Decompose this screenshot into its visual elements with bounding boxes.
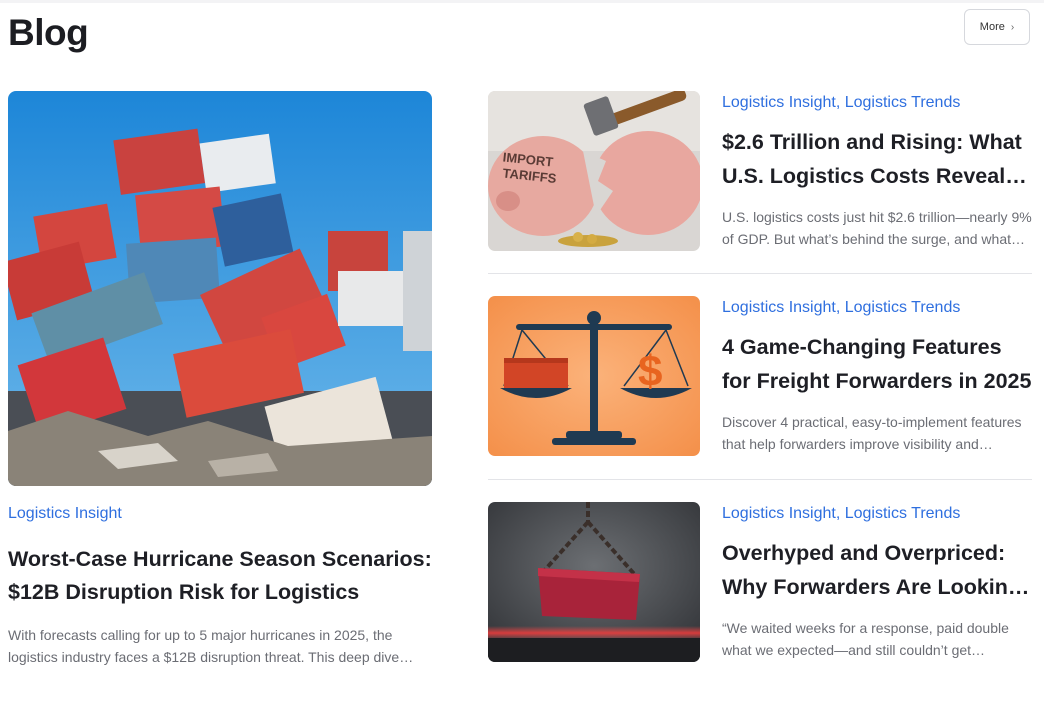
post-card[interactable]: IMPORT TARIFFS Logistics Insight, Logist… [488, 91, 1032, 251]
page-title: Blog [8, 12, 89, 53]
featured-post[interactable]: Logistics Insight Worst-Case Hurricane S… [8, 91, 432, 668]
more-button[interactable]: More › [964, 9, 1030, 45]
featured-image-containers-wreckage[interactable] [8, 91, 432, 486]
featured-excerpt: With forecasts calling for up to 5 major… [8, 627, 400, 665]
post-image-hanging-container[interactable] [488, 502, 700, 662]
post-title[interactable]: 4 Game-Changing Features for Freight For… [722, 330, 1032, 398]
featured-title[interactable]: Worst-Case Hurricane Season Scenarios: $… [8, 543, 432, 609]
divider [488, 273, 1032, 274]
top-bar [0, 0, 1044, 3]
post-category[interactable]: Logistics Insight, Logistics Trends [722, 298, 1032, 318]
more-button-label: More [979, 21, 1005, 33]
dollar-icon: $ [638, 347, 662, 396]
post-title[interactable]: Overhyped and Overpriced: Why Forwarders… [722, 536, 1032, 604]
post-category[interactable]: Logistics Insight, Logistics Trends [722, 504, 1032, 524]
post-category[interactable]: Logistics Insight, Logistics Trends [722, 93, 1032, 113]
post-card[interactable]: $ Logistics Insight, Logistics Trends 4 … [488, 296, 1032, 456]
chevron-right-icon: › [1010, 21, 1015, 33]
post-image-piggy-bank-hammer[interactable]: IMPORT TARIFFS [488, 91, 700, 251]
post-excerpt: “We waited weeks for a response, paid do… [722, 620, 1009, 658]
divider [488, 479, 1032, 480]
cargo-container-icon [538, 568, 640, 620]
post-card[interactable]: Logistics Insight, Logistics Trends Over… [488, 502, 1032, 662]
cargo-container-icon [504, 358, 568, 388]
post-excerpt: U.S. logistics costs just hit $2.6 trill… [722, 209, 1032, 247]
post-title[interactable]: $2.6 Trillion and Rising: What U.S. Logi… [722, 125, 1032, 193]
featured-category[interactable]: Logistics Insight [8, 504, 432, 524]
post-image-scale-container-dollar[interactable]: $ [488, 296, 700, 456]
post-excerpt: Discover 4 practical, easy-to-implement … [722, 414, 1022, 452]
